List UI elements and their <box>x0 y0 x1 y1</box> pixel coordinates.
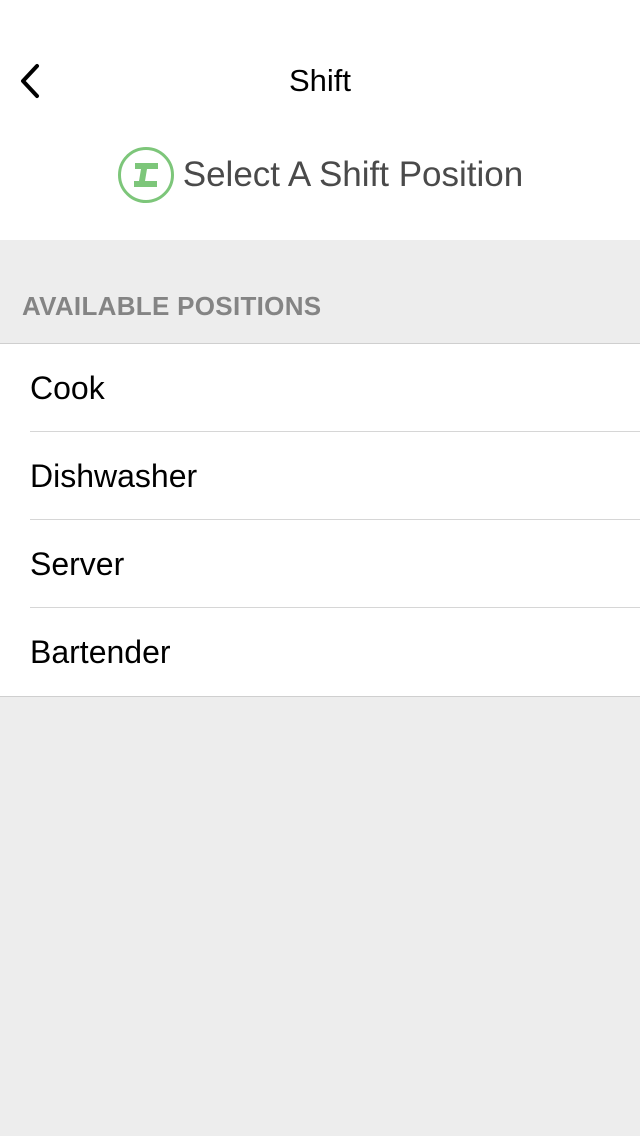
page-title: Shift <box>288 63 352 98</box>
section-label: AVAILABLE POSITIONS <box>22 291 322 321</box>
positions-list: Cook Dishwasher Server Bartender <box>0 344 640 697</box>
list-item-label: Bartender <box>30 634 171 670</box>
subheader: Select A Shift Position <box>0 146 640 204</box>
list-item-label: Server <box>30 546 125 582</box>
app-logo-icon <box>117 147 174 203</box>
subheader-title: Select A Shift Position <box>182 155 524 194</box>
list-item-dishwasher[interactable]: Dishwasher <box>0 432 640 520</box>
list-item-cook[interactable]: Cook <box>0 344 640 432</box>
header: Shift Select A Shift Position <box>0 0 640 240</box>
list-item-bartender[interactable]: Bartender <box>0 608 640 696</box>
list-item-label: Cook <box>30 370 105 406</box>
list-item-server[interactable]: Server <box>0 520 640 608</box>
list-item-label: Dishwasher <box>30 458 198 494</box>
nav-bar: Shift <box>0 40 640 122</box>
section-header: AVAILABLE POSITIONS <box>0 240 640 344</box>
